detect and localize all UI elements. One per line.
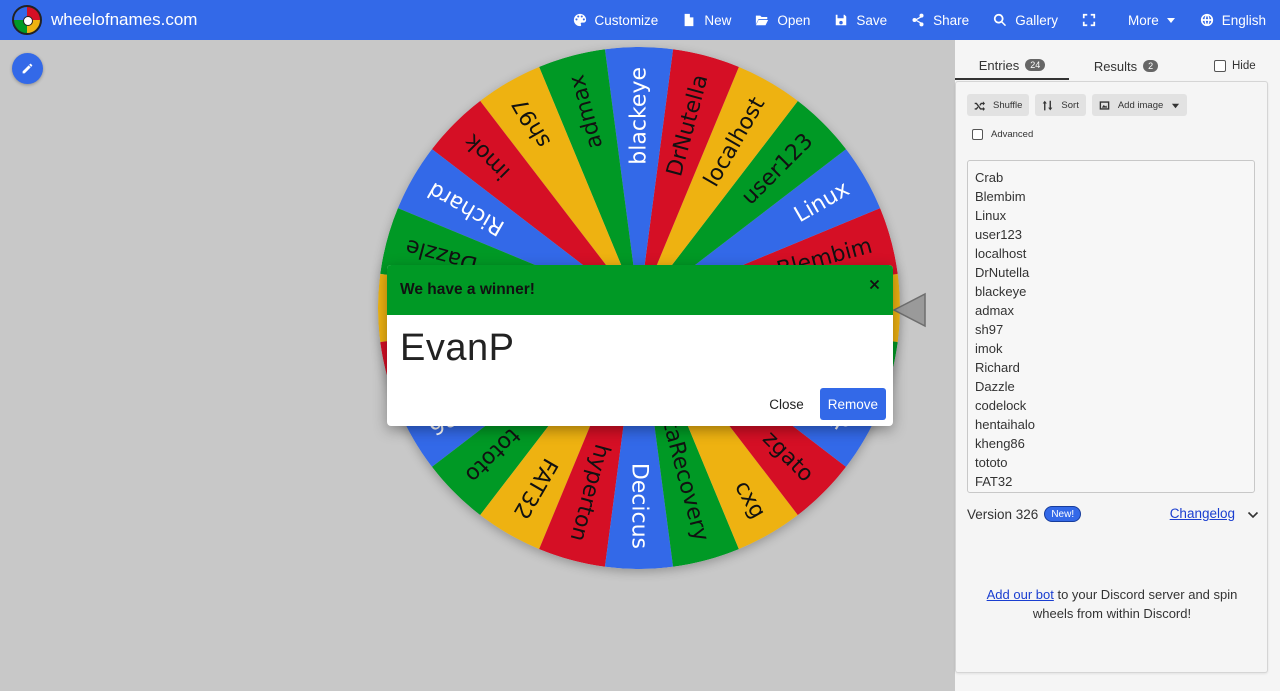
pencil-icon	[22, 63, 33, 74]
entry-line: localhost	[975, 246, 1027, 261]
entry-line: DrNutella	[975, 265, 1030, 280]
entry-line: imok	[975, 341, 1003, 356]
search-icon	[994, 13, 1007, 27]
nav-label: Customize	[594, 12, 659, 28]
close-button[interactable]: Close	[769, 397, 804, 412]
nav-label: English	[1221, 12, 1266, 28]
add-bot-link[interactable]: Add our bot	[987, 587, 1054, 602]
share-icon	[912, 13, 924, 27]
wheel-slice-label: blackeye	[627, 67, 652, 165]
entries-textarea[interactable]: Crab Blembim Linux user123 localhost DrNutell…	[967, 160, 1255, 493]
file-icon	[684, 13, 694, 27]
entries-card: Shuffle Sort Add image Advanced Crab Blem…	[955, 81, 1268, 673]
main-nav: Customize New Open Save Share Gallery Mo…	[549, 0, 1266, 40]
discord-promo: Add our bot to your Discord server and s…	[976, 585, 1248, 623]
nav-new[interactable]: New	[682, 13, 731, 28]
entry-line: Blembim	[975, 189, 1026, 204]
entry-line: blackeye	[975, 284, 1027, 299]
entry-line: Richard	[975, 360, 1020, 375]
entry-line: tototo	[975, 455, 1008, 470]
globe-icon	[1200, 13, 1213, 27]
entries-toolbar: Shuffle Sort Add image	[967, 94, 1193, 116]
entry-line: codelock	[975, 398, 1027, 413]
nav-label: Share	[933, 12, 970, 28]
nav-language[interactable]: English	[1200, 13, 1266, 28]
wheel-pointer-icon	[893, 292, 926, 328]
version-row: Version 326 New! Changelog	[967, 504, 1259, 524]
dialog-header: We have a winner!	[387, 265, 893, 315]
version-label: Version 326	[967, 506, 1039, 522]
add-image-button[interactable]: Add image	[1091, 94, 1188, 116]
folder-open-icon	[756, 15, 769, 26]
nav-fullscreen[interactable]	[1082, 13, 1104, 27]
nav-customize[interactable]: Customize	[573, 12, 659, 28]
nav-label: Open	[777, 12, 811, 28]
shuffle-label: Shuffle	[993, 99, 1023, 111]
tab-entries[interactable]: Entries 24	[955, 52, 1069, 80]
changelog-link[interactable]: Changelog	[1170, 506, 1235, 521]
results-count-badge: 2	[1143, 60, 1159, 72]
winner-dialog: We have a winner! EvanP Close Remove	[387, 265, 893, 426]
nav-label: New	[704, 12, 732, 28]
entry-line: admax	[975, 303, 1015, 318]
close-icon[interactable]	[869, 279, 880, 290]
hide-checkbox[interactable]	[1214, 60, 1226, 72]
entries-panel: Entries 24 Results 2 Hide Shuffle Sort A…	[955, 40, 1280, 691]
chevron-down-icon[interactable]	[1247, 509, 1259, 521]
winner-name: EvanP	[400, 327, 515, 369]
entries-count-badge: 24	[1025, 59, 1046, 71]
nav-label: More	[1127, 12, 1159, 28]
nav-more[interactable]: More	[1128, 13, 1176, 28]
nav-label: Gallery	[1015, 12, 1058, 28]
entry-line: hentaihalo	[975, 417, 1035, 432]
nav-label: Save	[856, 12, 888, 28]
edit-button[interactable]	[12, 53, 43, 84]
wheel-logo-icon	[12, 5, 42, 35]
shuffle-icon	[974, 100, 985, 111]
nav-open[interactable]: Open	[755, 13, 810, 28]
add-image-label: Add image	[1117, 99, 1164, 111]
sort-label: Sort	[1061, 99, 1079, 111]
palette-icon	[573, 13, 586, 27]
dialog-title: We have a winner!	[400, 281, 535, 298]
image-icon	[1099, 100, 1110, 110]
entry-line: sh97	[975, 322, 1004, 337]
new-badge: New!	[1044, 506, 1082, 522]
nav-gallery[interactable]: Gallery	[993, 13, 1058, 28]
chevron-down-icon	[1166, 18, 1175, 23]
advanced-label: Advanced	[991, 129, 1034, 140]
discord-text: to your Discord server and spin wheels f…	[1032, 587, 1238, 621]
dialog-actions: Close Remove	[769, 388, 886, 420]
hide-toggle[interactable]: Hide	[1214, 60, 1256, 72]
advanced-checkbox[interactable]	[972, 129, 983, 140]
advanced-toggle[interactable]: Advanced	[972, 129, 1033, 140]
site-name: wheelofnames.com	[51, 10, 198, 29]
chevron-down-icon	[1172, 103, 1180, 108]
fullscreen-icon	[1082, 13, 1096, 27]
top-bar: wheelofnames.com Customize New Open Save…	[0, 0, 1280, 40]
tab-results[interactable]: Results 2	[1069, 52, 1183, 80]
sort-icon	[1043, 100, 1053, 110]
floppy-icon	[836, 14, 847, 26]
nav-save[interactable]: Save	[834, 13, 887, 28]
entry-line: Dazzle	[975, 379, 1015, 394]
entry-line: Linux	[975, 208, 1007, 223]
remove-button[interactable]: Remove	[819, 388, 886, 420]
shuffle-button[interactable]: Shuffle	[967, 94, 1030, 116]
tab-label: Results	[1093, 58, 1138, 74]
nav-share[interactable]: Share	[911, 13, 969, 28]
wheel-slice-label: Decicus	[627, 463, 652, 549]
entry-line: user123	[975, 227, 1022, 242]
hide-label: Hide	[1232, 60, 1256, 72]
entry-line: FAT32	[975, 474, 1013, 489]
brand[interactable]: wheelofnames.com	[12, 5, 197, 35]
tab-label: Entries	[978, 57, 1020, 73]
sort-button[interactable]: Sort	[1035, 94, 1086, 116]
entry-line: Crab	[975, 170, 1004, 185]
entry-line: kheng86	[975, 436, 1025, 451]
